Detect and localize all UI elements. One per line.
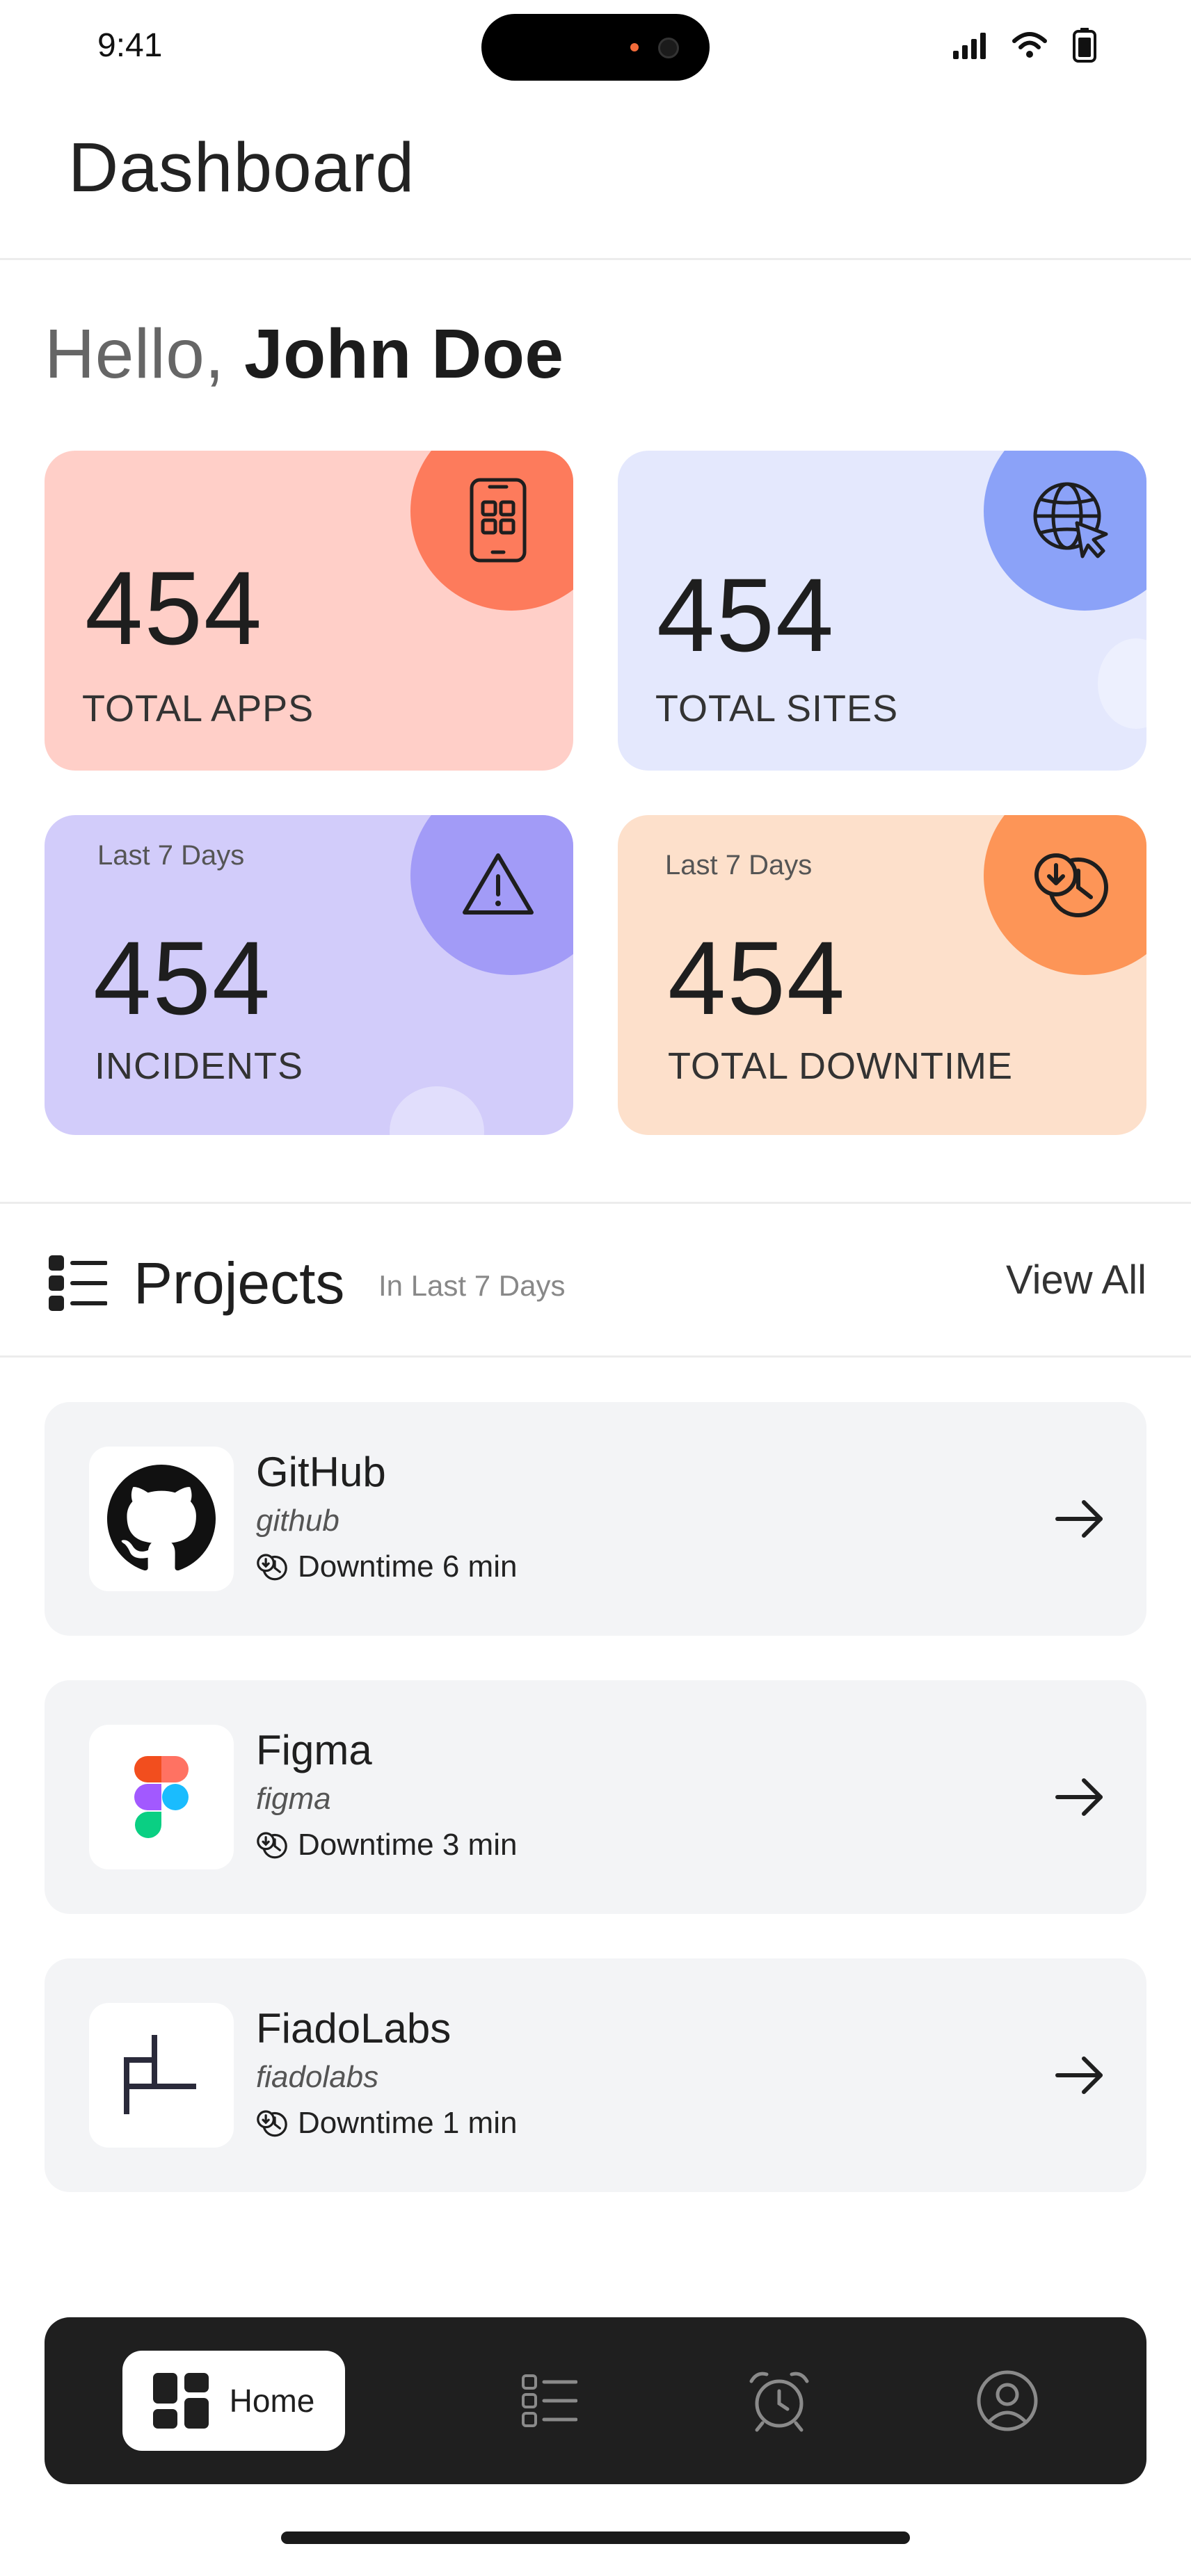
nav-home-button[interactable]: Home <box>122 2351 345 2451</box>
greeting-prefix: Hello, <box>45 315 244 393</box>
downtime-text: Downtime 6 min <box>298 1549 518 1584</box>
mobile-app-icon <box>454 476 543 565</box>
nav-projects-button[interactable] <box>515 2366 584 2436</box>
arrow-right-icon[interactable] <box>1052 1491 1108 1547</box>
home-indicator[interactable] <box>281 2531 910 2544</box>
project-slug: github <box>256 1504 339 1538</box>
stat-value: 454 <box>85 549 264 666</box>
stat-period: Last 7 Days <box>665 850 813 880</box>
stat-card-total-apps[interactable]: 454 TOTAL APPS <box>45 451 573 771</box>
cellular-signal-icon <box>953 33 986 59</box>
stat-label: TOTAL SITES <box>655 688 899 730</box>
downtime-text: Downtime 3 min <box>298 1828 518 1862</box>
stat-value: 454 <box>657 556 836 673</box>
bottom-navigation: Home <box>45 2317 1146 2484</box>
project-downtime: Downtime 6 min <box>256 1549 517 1584</box>
fiadolabs-logo-icon <box>89 2003 234 2148</box>
downtime-clock-icon <box>257 2110 287 2137</box>
recording-dot <box>630 43 639 51</box>
nav-profile-button[interactable] <box>973 2366 1042 2436</box>
project-downtime: Downtime 3 min <box>256 1828 517 1862</box>
user-name: John Doe <box>243 315 564 393</box>
nav-home-label: Home <box>229 2383 315 2419</box>
stat-label: TOTAL APPS <box>82 688 314 730</box>
app-header: Dashboard <box>0 104 1191 260</box>
dynamic-island <box>481 14 710 81</box>
stat-period: Last 7 Days <box>97 840 245 871</box>
projects-header: Projects In Last 7 Days View All <box>0 1202 1191 1358</box>
arrow-right-icon[interactable] <box>1052 2047 1108 2103</box>
home-icon <box>152 2373 209 2429</box>
globe-cursor-icon <box>1027 476 1116 565</box>
downtime-clock-icon <box>257 1832 287 1859</box>
warning-icon <box>454 840 543 929</box>
figma-logo-icon <box>89 1725 234 1869</box>
project-slug: fiadolabs <box>256 2060 379 2094</box>
decorative-bubble <box>1098 638 1146 729</box>
alarm-clock-icon <box>749 2372 809 2432</box>
project-name: GitHub <box>256 1449 386 1495</box>
project-name: FiadoLabs <box>256 2005 451 2052</box>
view-all-link[interactable]: View All <box>1006 1257 1146 1303</box>
github-logo-icon <box>89 1447 234 1591</box>
stat-card-total-sites[interactable]: 454 TOTAL SITES <box>618 451 1146 771</box>
project-item-github[interactable]: GitHub github Downtime 6 min <box>45 1402 1146 1636</box>
battery-icon <box>1073 28 1096 63</box>
status-bar: 9:41 <box>0 0 1191 92</box>
downtime-clock-icon <box>1027 840 1116 929</box>
project-name: Figma <box>256 1727 372 1773</box>
downtime-text: Downtime 1 min <box>298 2106 518 2140</box>
project-downtime: Downtime 1 min <box>256 2106 517 2141</box>
list-icon <box>522 2374 577 2427</box>
downtime-clock-icon <box>257 1554 287 1581</box>
arrow-right-icon[interactable] <box>1052 1769 1108 1825</box>
project-item-fiadolabs[interactable]: FiadoLabs fiadolabs Downtime 1 min <box>45 1958 1146 2192</box>
decorative-bubble <box>390 1086 484 1135</box>
stat-label: TOTAL DOWNTIME <box>668 1045 1013 1087</box>
projects-subtitle: In Last 7 Days <box>378 1269 566 1302</box>
projects-title: Projects <box>134 1250 345 1316</box>
project-item-figma[interactable]: Figma figma Downtime 3 min <box>45 1680 1146 1914</box>
stat-card-total-downtime[interactable]: Last 7 Days 454 TOTAL DOWNTIME <box>618 815 1146 1135</box>
project-slug: figma <box>256 1782 331 1816</box>
stat-value: 454 <box>668 919 847 1036</box>
nav-alarms-button[interactable] <box>744 2366 814 2436</box>
stat-label: INCIDENTS <box>95 1045 304 1087</box>
stat-value: 454 <box>93 919 272 1036</box>
status-icons <box>953 28 1096 63</box>
page-title: Dashboard <box>68 129 415 207</box>
status-time: 9:41 <box>97 27 163 64</box>
stat-card-incidents[interactable]: Last 7 Days 454 INCIDENTS <box>45 815 573 1135</box>
greeting: Hello, John Doe <box>45 314 564 394</box>
camera-lens <box>658 38 679 58</box>
profile-icon <box>977 2370 1038 2431</box>
wifi-icon <box>1012 32 1047 58</box>
list-icon <box>49 1255 107 1311</box>
app-screen: 9:41 Dashboard Hello, John Doe 454 TOTAL… <box>0 0 1191 2576</box>
